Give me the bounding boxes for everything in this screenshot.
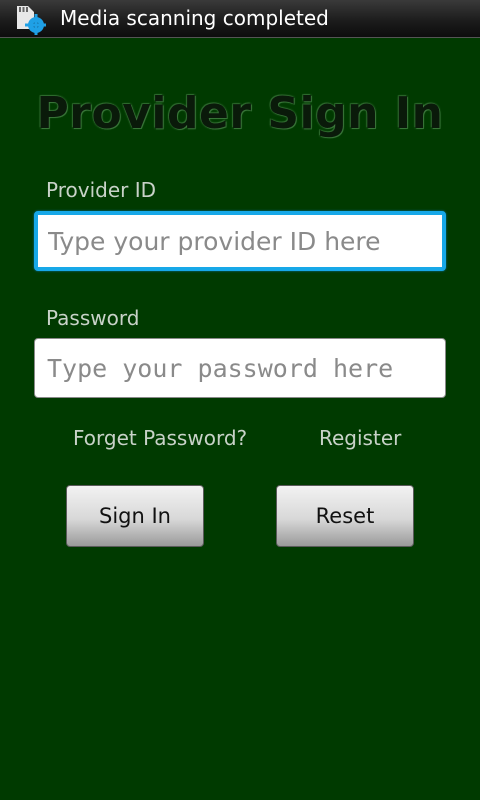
reset-button[interactable]: Reset [276, 485, 414, 547]
notification-text: Media scanning completed [60, 6, 329, 30]
sd-card-gear-icon [17, 6, 46, 35]
forget-password-link[interactable]: Forget Password? [73, 426, 247, 450]
password-label: Password [46, 306, 140, 330]
provider-id-label: Provider ID [46, 178, 156, 202]
provider-id-input[interactable] [34, 211, 446, 271]
status-bar[interactable]: Media scanning completed [0, 0, 480, 38]
password-input[interactable] [34, 338, 446, 398]
page-title: Provider Sign In [36, 88, 444, 139]
register-link[interactable]: Register [319, 426, 401, 450]
sign-in-button[interactable]: Sign In [66, 485, 204, 547]
